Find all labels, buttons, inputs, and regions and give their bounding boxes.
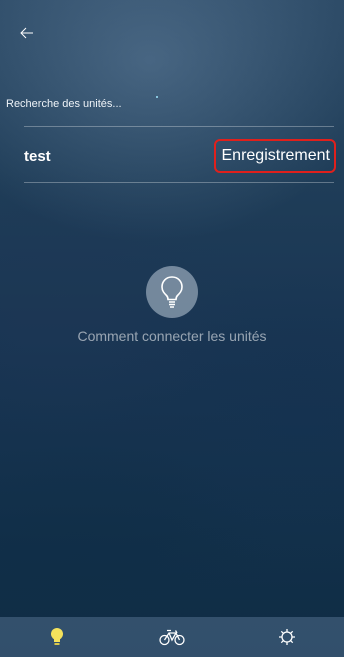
divider [24, 126, 334, 127]
help-link-label: Comment connecter les unités [77, 328, 267, 344]
lightbulb-icon [51, 628, 64, 645]
searching-spinner [156, 96, 158, 98]
tab-bike[interactable] [142, 617, 202, 657]
bicycle-icon [159, 629, 185, 646]
back-button[interactable] [14, 20, 40, 46]
device-search-screen: Recherche des unités... test Enregistrem… [0, 0, 344, 657]
tab-settings[interactable] [257, 617, 317, 657]
register-button[interactable]: Enregistrement [213, 139, 336, 173]
device-name: test [24, 147, 51, 165]
arrow-left-icon [20, 27, 33, 39]
device-row[interactable]: test Enregistrement [24, 134, 336, 178]
divider [24, 182, 334, 183]
how-to-connect-link[interactable]: Comment connecter les unités [0, 266, 344, 344]
lightbulb-icon [161, 276, 183, 308]
tab-lights[interactable] [27, 617, 87, 657]
help-icon-circle [146, 266, 198, 318]
searching-label: Recherche des unités... [6, 98, 122, 110]
bottom-tab-bar [0, 617, 344, 657]
gear-icon [278, 629, 295, 645]
